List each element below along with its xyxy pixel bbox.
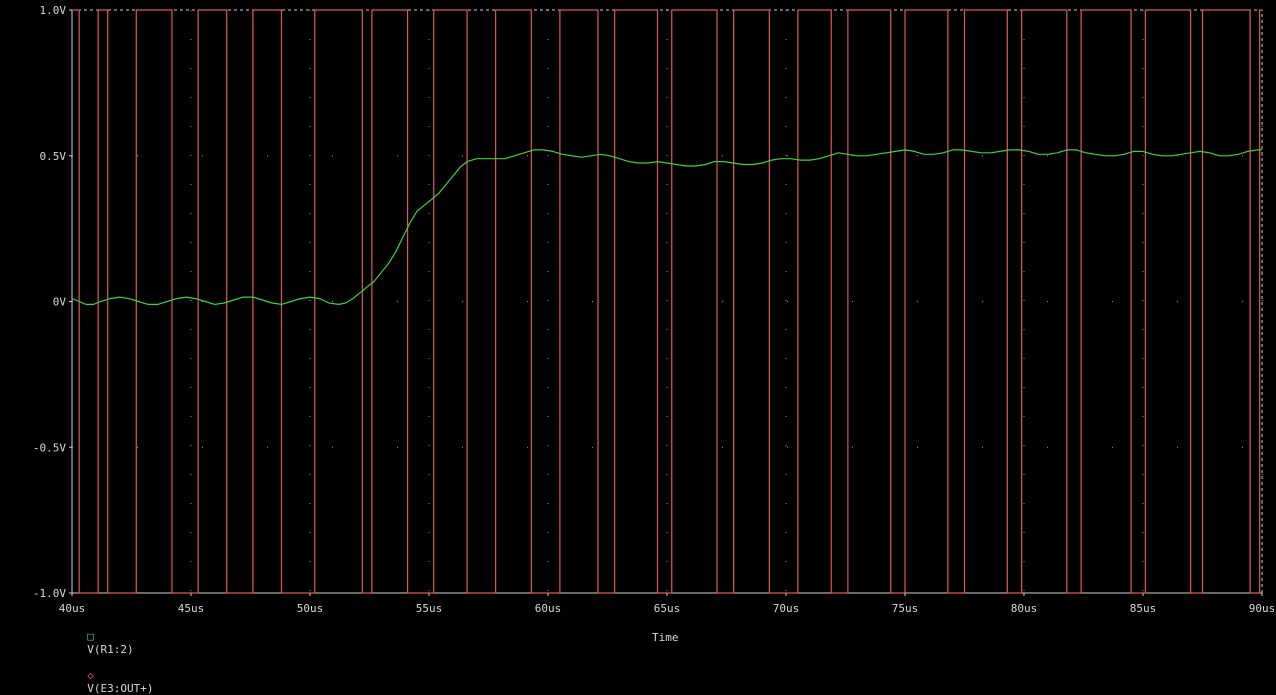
grid [71,9,1263,594]
x-tick-label: 90us [1249,602,1276,615]
x-tick-label: 70us [773,602,800,615]
x-tick-label: 75us [892,602,919,615]
x-tick-label: 45us [178,602,205,615]
y-tick-label: -1.0V [33,587,66,600]
y-tick-labels: 1.0V 0.5V 0V -0.5V -1.0V [33,4,72,600]
series-r1-2 [71,149,1262,305]
x-axis-label: Time [652,631,679,644]
y-tick-label: 0V [53,296,67,309]
x-tick-label: 85us [1130,602,1157,615]
y-tick-label: -0.5V [33,441,66,454]
x-tick-label: 80us [1011,602,1038,615]
chart-plot: 1.0V 0.5V 0V -0.5V -1.0V 40us 45us 50us 55us 60u… [33,4,1276,615]
legend: □ V(R1:2) ◇ V(E3:OUT+) [74,617,153,695]
legend-series-1: V(R1:2) [87,643,134,656]
x-tick-label: 60us [535,602,562,615]
x-tick-label: 55us [416,602,443,615]
x-tick-label: 65us [654,602,681,615]
series-r1-2-line [71,149,1262,305]
y-tick-label: 1.0V [40,4,67,17]
square-marker-icon: □ [87,630,94,643]
legend-series-2: V(E3:OUT+) [87,682,154,695]
x-tick-labels: 40us 45us 50us 55us 60us 65us 70us 75us 80us 85us… [59,593,1276,615]
x-tick-label: 50us [297,602,324,615]
y-tick-label: 0.5V [40,150,67,163]
diamond-marker-icon: ◇ [87,669,94,682]
x-tick-label: 40us [59,602,86,615]
